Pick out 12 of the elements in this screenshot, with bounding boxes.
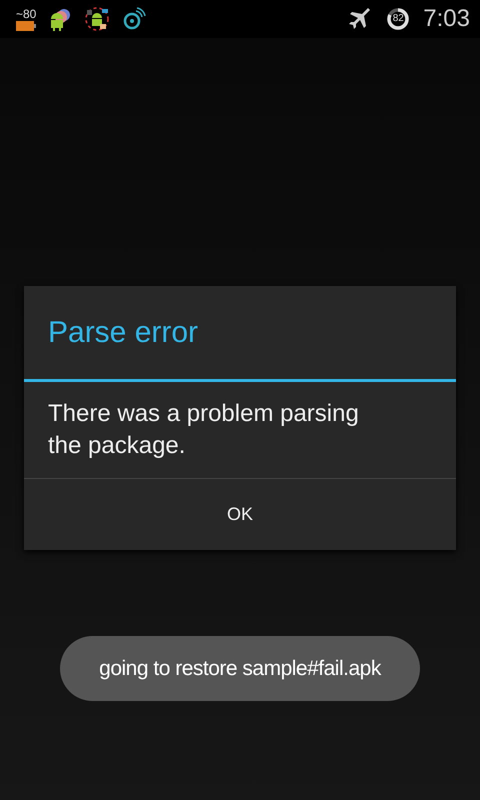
dialog-title: Parse error [24, 286, 456, 382]
android-icon [84, 6, 110, 32]
ok-button[interactable]: OK [24, 479, 456, 550]
speaker-icon [122, 7, 146, 31]
battery-icon [16, 20, 36, 30]
ring-value: 82 [392, 13, 405, 25]
android-icon [48, 6, 72, 32]
clock-time: 7:03 [423, 5, 470, 33]
progress-ring-icon [385, 6, 412, 32]
dialog-message: There was a problem parsing the package. [24, 382, 456, 479]
battery-label: ~80 [16, 8, 36, 20]
toast-message: going to restore sample#fail.apk [60, 636, 420, 701]
